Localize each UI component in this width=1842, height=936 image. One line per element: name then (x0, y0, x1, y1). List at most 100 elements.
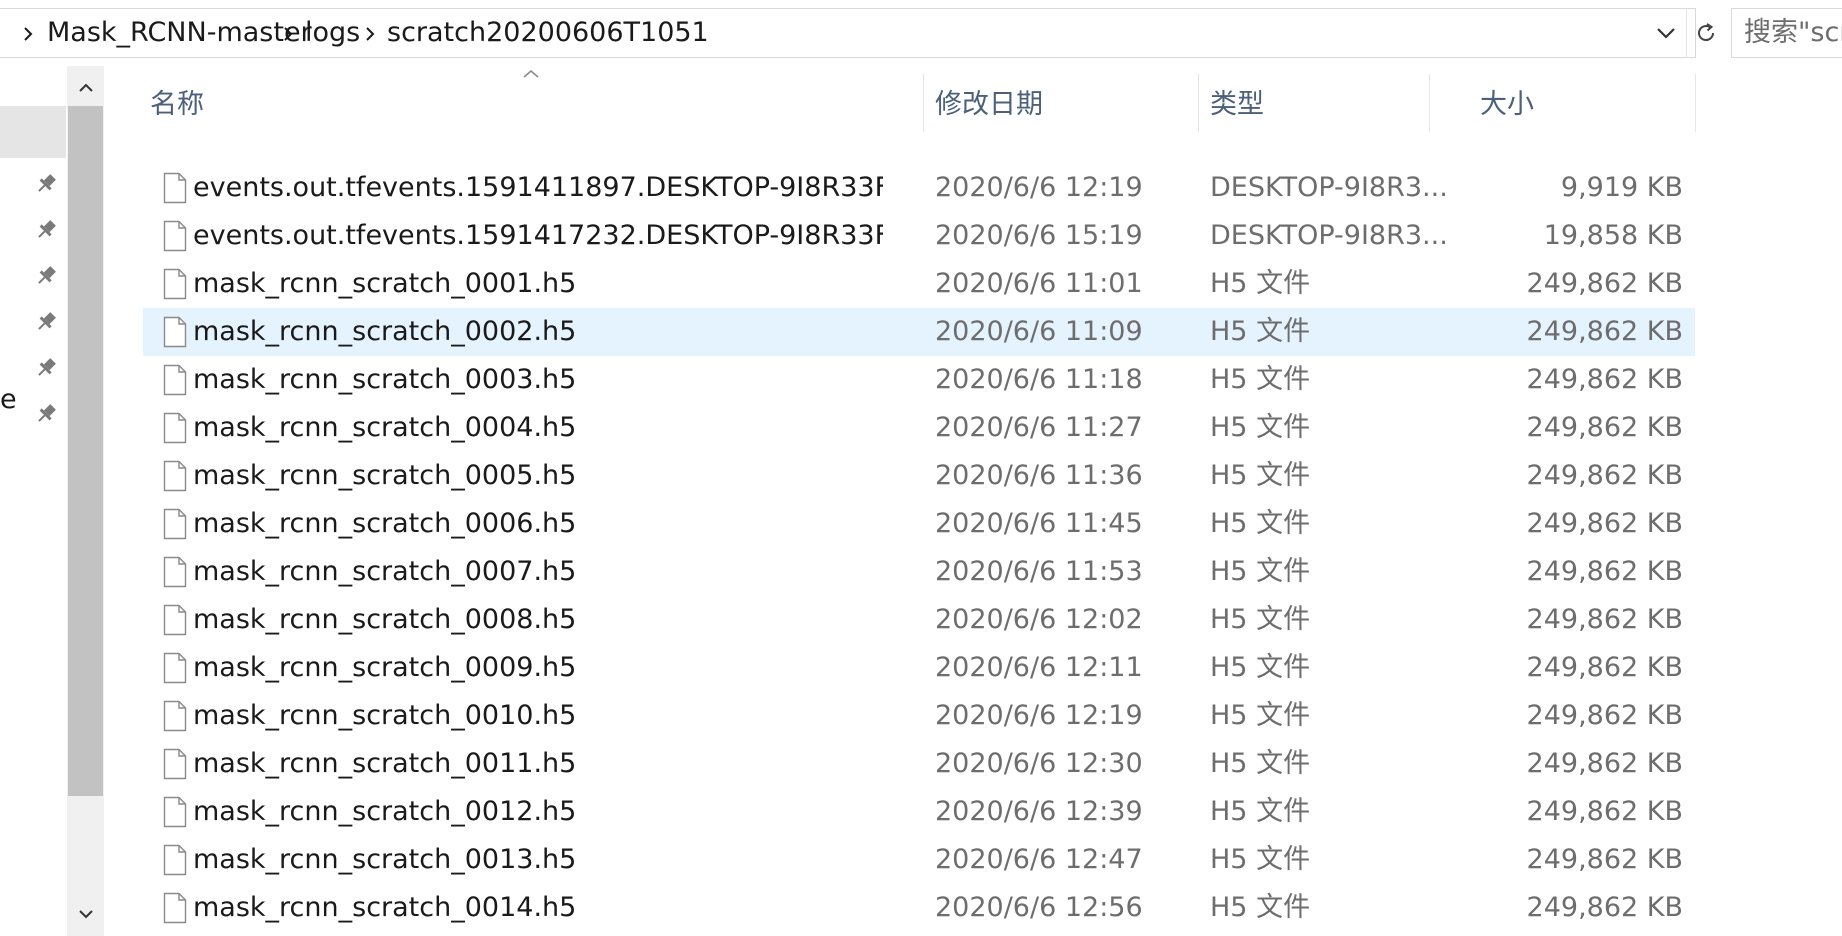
file-name: mask_rcnn_scratch_0005.h5 (193, 460, 577, 491)
file-date: 2020/6/6 11:45 (935, 508, 1143, 539)
file-row[interactable]: mask_rcnn_scratch_0010.h5 2020/6/6 12:19 H… (143, 692, 1695, 740)
column-divider[interactable] (1695, 74, 1696, 132)
file-date: 2020/6/6 15:19 (935, 220, 1143, 251)
file-name: mask_rcnn_scratch_0012.h5 (193, 796, 577, 827)
file-date: 2020/6/6 12:11 (935, 652, 1143, 683)
chevron-right-icon[interactable] (363, 9, 377, 59)
file-type: H5 文件 (1210, 412, 1311, 443)
file-type: H5 文件 (1210, 556, 1311, 587)
file-type: H5 文件 (1210, 748, 1311, 779)
file-size: 249,862 KB (1526, 364, 1683, 395)
pin-icon[interactable] (32, 170, 60, 198)
file-name: mask_rcnn_scratch_0004.h5 (193, 412, 577, 443)
file-date: 2020/6/6 11:36 (935, 460, 1143, 491)
file-row[interactable]: mask_rcnn_scratch_0011.h5 2020/6/6 12:30 H… (143, 740, 1695, 788)
breadcrumb-item-scratch[interactable]: scratch20200606T1051 (387, 9, 709, 59)
file-size: 249,862 KB (1526, 604, 1683, 635)
file-row[interactable]: mask_rcnn_scratch_0005.h5 2020/6/6 11:36 H… (143, 452, 1695, 500)
file-size: 249,862 KB (1526, 460, 1683, 491)
file-type: DESKTOP-9I8R3... (1210, 172, 1448, 203)
file-size: 249,862 KB (1526, 748, 1683, 779)
refresh-button[interactable] (1686, 8, 1725, 58)
file-row[interactable]: mask_rcnn_scratch_0007.h5 2020/6/6 11:53 H… (143, 548, 1695, 596)
file-date: 2020/6/6 12:19 (935, 700, 1143, 731)
file-size: 249,862 KB (1526, 700, 1683, 731)
breadcrumb-item-mask-rcnn-master[interactable]: Mask_RCNN-master (47, 9, 312, 59)
pin-icon[interactable] (32, 216, 60, 244)
chevron-down-icon (78, 910, 93, 919)
file-row[interactable]: mask_rcnn_scratch_0008.h5 2020/6/6 12:02 H… (143, 596, 1695, 644)
column-header-name[interactable]: 名称 (150, 74, 880, 134)
file-date: 2020/6/6 12:56 (935, 892, 1143, 923)
chevron-down-icon (1657, 28, 1675, 39)
file-name: events.out.tfevents.1591411897.DESKTOP-9… (193, 172, 883, 203)
breadcrumb-item-logs[interactable]: logs (305, 9, 360, 59)
file-row[interactable]: events.out.tfevents.1591411897.DESKTOP-9… (143, 164, 1695, 212)
file-row[interactable]: mask_rcnn_scratch_0014.h5 2020/6/6 12:56 H… (143, 884, 1695, 932)
column-divider[interactable] (1198, 74, 1199, 132)
file-name: mask_rcnn_scratch_0010.h5 (193, 700, 577, 731)
file-row[interactable]: events.out.tfevents.1591417232.DESKTOP-9… (143, 212, 1695, 260)
file-row[interactable]: mask_rcnn_scratch_0002.h5 2020/6/6 11:09 H… (143, 308, 1695, 356)
navigation-pane: e (0, 66, 104, 936)
nav-item-selected[interactable] (0, 106, 66, 158)
file-size: 249,862 KB (1526, 796, 1683, 827)
file-name: mask_rcnn_scratch_0009.h5 (193, 652, 577, 683)
file-row[interactable]: mask_rcnn_scratch_0009.h5 2020/6/6 12:11 H… (143, 644, 1695, 692)
column-header-size[interactable]: 大小 (1480, 74, 1630, 134)
file-row[interactable]: mask_rcnn_scratch_0004.h5 2020/6/6 11:27 H… (143, 404, 1695, 452)
file-name: events.out.tfevents.1591417232.DESKTOP-9… (193, 220, 883, 251)
file-row[interactable]: mask_rcnn_scratch_0013.h5 2020/6/6 12:47 H… (143, 836, 1695, 884)
file-type: H5 文件 (1210, 844, 1311, 875)
scroll-down-button[interactable] (67, 898, 104, 930)
pin-icon[interactable] (32, 262, 60, 290)
file-type: H5 文件 (1210, 604, 1311, 635)
column-divider[interactable] (1429, 74, 1430, 132)
file-icon (163, 844, 187, 876)
pin-icon[interactable] (32, 400, 60, 428)
breadcrumb[interactable]: Mask_RCNN-master logs scratch20200606T10… (0, 8, 1696, 58)
file-icon (163, 508, 187, 540)
file-icon (163, 172, 187, 204)
file-type: DESKTOP-9I8R3... (1210, 220, 1448, 251)
file-type: H5 文件 (1210, 796, 1311, 827)
file-row[interactable]: mask_rcnn_scratch_0006.h5 2020/6/6 11:45 H… (143, 500, 1695, 548)
file-icon (163, 604, 187, 636)
file-size: 249,862 KB (1526, 556, 1683, 587)
column-header-type[interactable]: 类型 (1210, 74, 1430, 134)
nav-item-label[interactable]: e (0, 384, 17, 415)
scroll-up-button[interactable] (67, 72, 104, 104)
chevron-up-icon (78, 83, 93, 92)
search-input[interactable]: 搜索"scr (1731, 8, 1842, 58)
file-name: mask_rcnn_scratch_0001.h5 (193, 268, 577, 299)
file-icon (163, 316, 187, 348)
file-row[interactable]: mask_rcnn_scratch_0001.h5 2020/6/6 11:01 H… (143, 260, 1695, 308)
file-icon (163, 700, 187, 732)
address-dropdown-button[interactable] (1648, 8, 1684, 58)
chevron-right-icon[interactable] (281, 9, 295, 59)
file-date: 2020/6/6 11:09 (935, 316, 1143, 347)
file-icon (163, 460, 187, 492)
file-name: mask_rcnn_scratch_0003.h5 (193, 364, 577, 395)
file-row[interactable]: mask_rcnn_scratch_0015.h5 2020/6/6 13:05H… (143, 932, 1695, 936)
file-size: 9,919 KB (1560, 172, 1683, 203)
file-name: mask_rcnn_scratch_0014.h5 (193, 892, 577, 923)
file-size: 249,862 KB (1526, 652, 1683, 683)
file-row[interactable]: mask_rcnn_scratch_0003.h5 2020/6/6 11:18 H… (143, 356, 1695, 404)
column-divider[interactable] (923, 74, 924, 132)
file-icon (163, 652, 187, 684)
column-header-date[interactable]: 修改日期 (935, 74, 1185, 134)
file-size: 249,862 KB (1526, 844, 1683, 875)
file-name: mask_rcnn_scratch_0002.h5 (193, 316, 577, 347)
chevron-right-icon[interactable] (21, 9, 35, 59)
file-type: H5 文件 (1210, 364, 1311, 395)
file-row[interactable]: mask_rcnn_scratch_0012.h5 2020/6/6 12:39 H… (143, 788, 1695, 836)
file-list: 名称 修改日期 类型 大小 events.out.tfevents.159141… (106, 66, 1842, 936)
file-name: mask_rcnn_scratch_0006.h5 (193, 508, 577, 539)
file-icon (163, 892, 187, 924)
nav-scroll-thumb[interactable] (68, 106, 103, 796)
file-type: H5 文件 (1210, 700, 1311, 731)
address-bar: Mask_RCNN-master logs scratch20200606T10… (0, 0, 1842, 66)
pin-icon[interactable] (32, 308, 60, 336)
pin-icon[interactable] (32, 354, 60, 382)
